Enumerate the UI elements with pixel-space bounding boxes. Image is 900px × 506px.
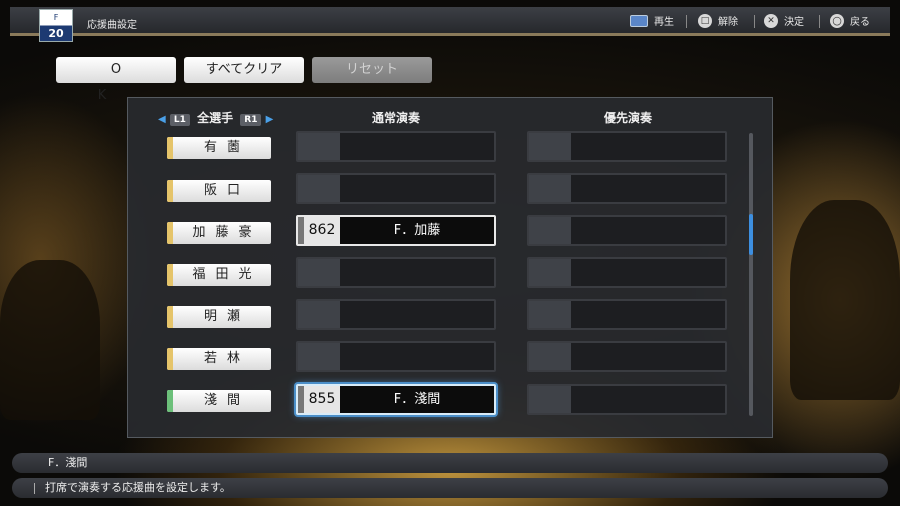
song-title: F．加藤 [393, 223, 441, 238]
help-text: 打席で演奏する応援曲を設定します。 [45, 481, 231, 494]
background-figure [790, 200, 900, 400]
circle-button-icon [830, 13, 844, 28]
player-name[interactable]: 阪口 [167, 180, 271, 202]
slot-tab [298, 175, 340, 202]
book-icon [630, 14, 648, 27]
slot-tab [298, 343, 340, 370]
right-arrow-icon: ▶ [265, 114, 274, 125]
background-figure [0, 260, 100, 420]
help-bar: 打席で演奏する応援曲を設定します。 [12, 478, 888, 498]
normal-song-slot[interactable] [296, 257, 496, 288]
confirm-control[interactable]: 決定 [764, 13, 804, 28]
back-control[interactable]: 戻る [830, 13, 870, 28]
team-logo-number: 20 [48, 27, 64, 40]
column-header-normal: 通常演奏 [372, 111, 421, 125]
normal-song-slot-selected[interactable]: 855 F．淺間 [296, 384, 496, 415]
priority-song-slot[interactable] [527, 173, 727, 204]
slot-tab [529, 217, 571, 244]
selected-song-bar: F．淺間 [12, 453, 888, 473]
divider [754, 15, 755, 28]
song-title: F．淺間 [393, 392, 441, 407]
page-title: 応援曲設定 [87, 20, 137, 31]
column-header-priority: 優先演奏 [604, 111, 653, 125]
player-name-text: 明瀬 [203, 309, 250, 324]
r1-button[interactable]: R1 [240, 114, 262, 126]
priority-song-slot[interactable] [527, 341, 727, 372]
left-arrow-icon: ◀ [158, 114, 166, 125]
player-name-text: 淺間 [203, 393, 250, 408]
priority-song-slot[interactable] [527, 257, 727, 288]
player-name-text: 若林 [203, 351, 250, 366]
priority-song-slot[interactable] [527, 215, 727, 246]
filter-label: 全選手 [197, 111, 234, 125]
l1-button[interactable]: L1 [169, 114, 190, 126]
priority-song-slot[interactable] [527, 384, 727, 415]
cross-button-icon [764, 13, 778, 28]
divider [686, 15, 687, 28]
clear-control[interactable]: 解除 [698, 13, 738, 28]
ok-button[interactable]: O K [56, 57, 176, 103]
square-button-icon [698, 13, 712, 28]
player-name-text: 有薗 [203, 140, 250, 155]
reset-button[interactable]: リセット [312, 57, 432, 83]
scrollbar-thumb[interactable] [749, 214, 753, 255]
divider [34, 483, 35, 494]
play-label: 再生 [654, 17, 674, 28]
player-name[interactable]: 有薗 [167, 137, 271, 159]
song-number: 855 [298, 386, 340, 413]
selected-song-text: F．淺間 [48, 456, 88, 469]
slot-tab [529, 259, 571, 286]
slot-tab [529, 301, 571, 328]
slot-tab [529, 133, 571, 160]
header-bar: F 20 応援曲設定 再生 解除 決定 戻る [10, 7, 890, 42]
slot-tab [529, 343, 571, 370]
divider [819, 15, 820, 28]
slot-tab [298, 301, 340, 328]
priority-song-slot[interactable] [527, 299, 727, 330]
confirm-label: 決定 [784, 17, 804, 28]
clear-all-button[interactable]: すべてクリア [184, 57, 304, 83]
back-label: 戻る [850, 17, 870, 28]
slot-tab [298, 133, 340, 160]
clear-label: 解除 [718, 17, 738, 28]
player-filter[interactable]: ◀ L1 全選手 R1 ▶ [158, 109, 273, 126]
team-logo-mark: F [53, 13, 59, 22]
normal-song-slot[interactable] [296, 341, 496, 372]
player-name[interactable]: 福田光 [167, 264, 271, 286]
normal-song-slot[interactable] [296, 173, 496, 204]
slot-tab [298, 259, 340, 286]
slot-tab [529, 386, 571, 413]
normal-song-slot[interactable] [296, 131, 496, 162]
player-name[interactable]: 若林 [167, 348, 271, 370]
player-name-text: 阪口 [203, 183, 250, 198]
player-name-text: 福田光 [192, 267, 262, 282]
player-name[interactable]: 加藤豪 [167, 222, 271, 244]
normal-song-slot[interactable] [296, 299, 496, 330]
player-name-text: 加藤豪 [192, 225, 262, 240]
scrollbar-track[interactable] [749, 133, 753, 416]
player-name-selected[interactable]: 淺間 [167, 390, 271, 412]
player-name[interactable]: 明瀬 [167, 306, 271, 328]
song-number: 862 [298, 217, 340, 244]
normal-song-slot[interactable]: 862 F．加藤 [296, 215, 496, 246]
priority-song-slot[interactable] [527, 131, 727, 162]
team-logo: F 20 [39, 9, 73, 42]
slot-tab [529, 175, 571, 202]
play-control[interactable]: 再生 [630, 13, 674, 28]
